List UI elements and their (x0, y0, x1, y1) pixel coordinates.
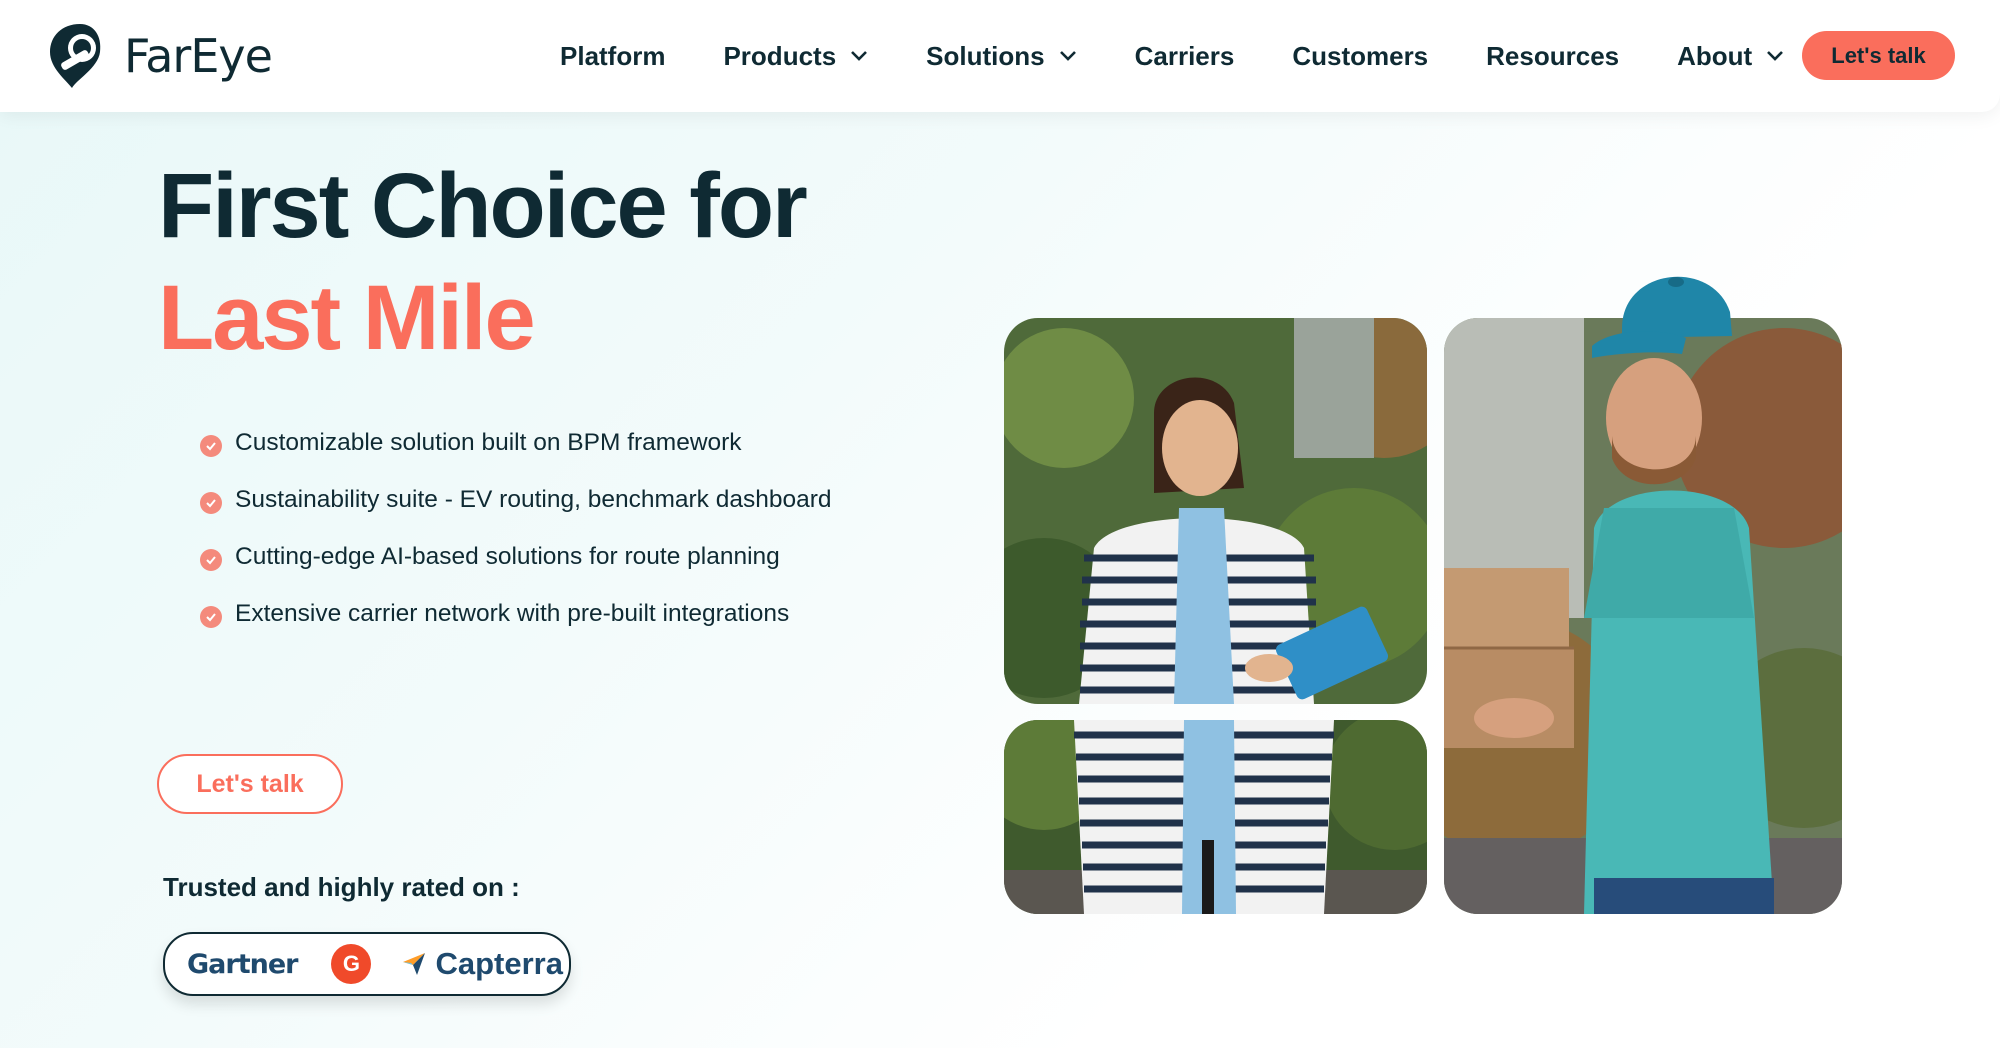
feature-item: Customizable solution built on BPM frame… (200, 418, 860, 468)
nav-platform[interactable]: Platform (560, 41, 665, 72)
nav-solutions[interactable]: Solutions (926, 41, 1076, 72)
capterra-badge[interactable]: Capterra (401, 946, 563, 982)
ratings-badges: Gartner G Capterra (163, 932, 571, 996)
check-icon (200, 549, 222, 571)
location-pin-logo-icon (50, 24, 101, 88)
hero-photo-woman-tablet (1004, 318, 1427, 704)
chevron-down-icon (851, 51, 868, 61)
g2-badge[interactable]: G (331, 944, 372, 984)
hero-photo-woman-lower (1004, 720, 1427, 914)
gartner-badge[interactable]: Gartner (187, 949, 298, 980)
feature-list: Customizable solution built on BPM frame… (200, 418, 860, 646)
hero-title: First Choice for Last Mile (158, 150, 808, 374)
feature-item: Extensive carrier network with pre-built… (200, 589, 860, 639)
header-lets-talk-button[interactable]: Let's talk (1802, 31, 1955, 80)
check-icon (200, 435, 222, 457)
nav-about[interactable]: About (1677, 41, 1784, 72)
chevron-down-icon (1059, 51, 1076, 61)
courier-cap-overlay (1592, 276, 1732, 358)
main-nav: Platform Products Solutions Carriers Cus… (560, 0, 1842, 112)
nav-resources[interactable]: Resources (1486, 41, 1619, 72)
nav-carriers[interactable]: Carriers (1135, 41, 1235, 72)
check-icon (200, 606, 222, 628)
fareye-logo[interactable]: FarEye (42, 20, 273, 92)
brand-name: FarEye (124, 29, 273, 83)
chevron-down-icon (1767, 51, 1784, 61)
hero-title-line2: Last Mile (158, 267, 536, 369)
nav-customers[interactable]: Customers (1292, 41, 1428, 72)
check-icon (200, 492, 222, 514)
site-header: FarEye Platform Products Solutions Carri… (0, 0, 2000, 112)
hero-title-line1: First Choice for (158, 155, 808, 257)
capterra-arrow-icon (403, 953, 426, 975)
hero-photo-courier-boxes (1444, 318, 1842, 914)
nav-products[interactable]: Products (723, 41, 868, 72)
feature-item: Cutting-edge AI-based solutions for rout… (200, 532, 860, 582)
feature-item: Sustainability suite - EV routing, bench… (200, 475, 860, 525)
trusted-label: Trusted and highly rated on : (163, 872, 520, 902)
hero-lets-talk-button[interactable]: Let's talk (157, 754, 343, 814)
